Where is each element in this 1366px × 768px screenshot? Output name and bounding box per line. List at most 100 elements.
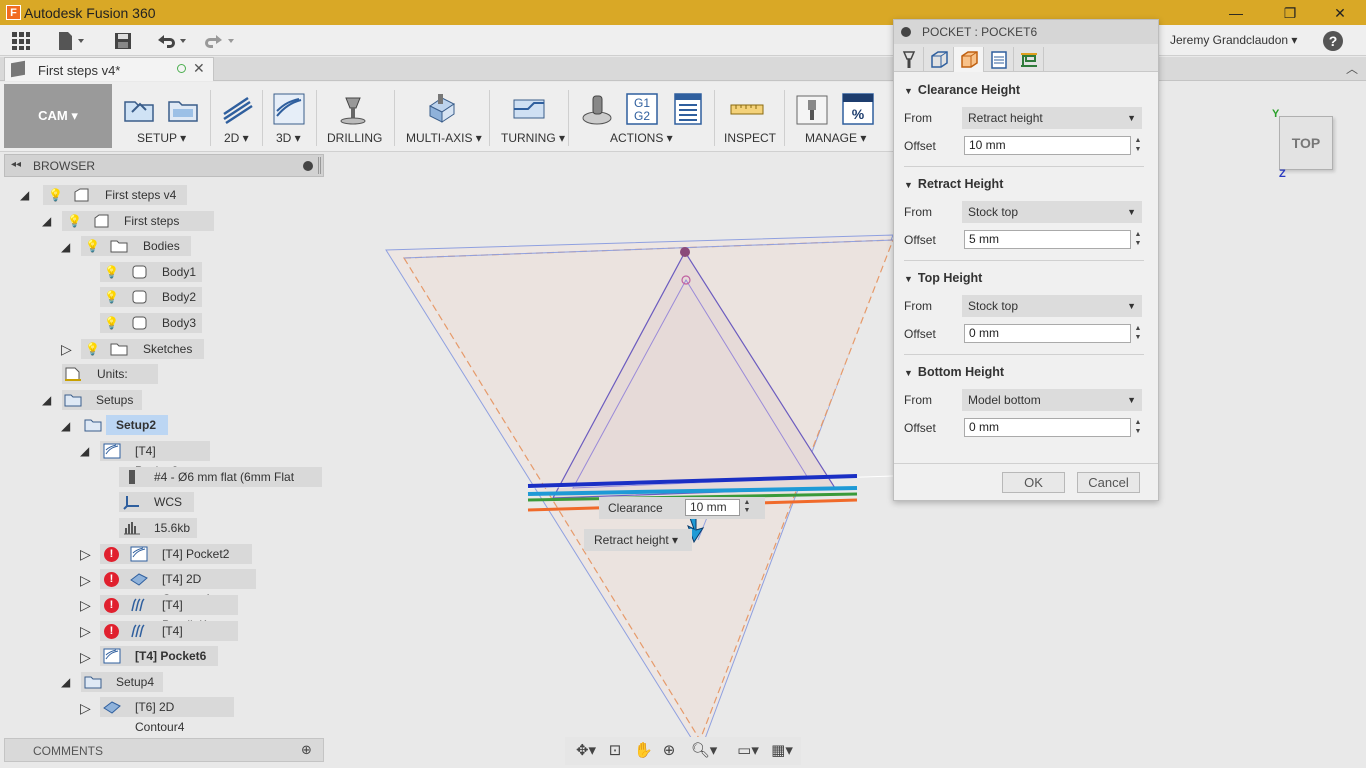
section-bottom-height[interactable]: ▼ Bottom Height [904, 365, 1004, 379]
tab-tool[interactable] [894, 47, 924, 72]
expand-toggle[interactable]: ▷ [80, 649, 91, 666]
clearance-offset-input[interactable]: 10 mm [964, 136, 1131, 155]
turning-icon[interactable] [512, 92, 546, 126]
bottom-offset-input[interactable]: 0 mm [964, 418, 1131, 437]
canvas-viewport[interactable] [325, 152, 1366, 768]
expand-toggle[interactable]: ◢ [42, 393, 51, 407]
visibility-bulb-icon[interactable]: 💡 [67, 214, 82, 228]
expand-toggle[interactable]: ▷ [80, 546, 91, 563]
minimize-button[interactable]: — [1222, 3, 1250, 23]
setup-menu-label[interactable]: SETUP ▾ [137, 131, 186, 145]
multi-axis-icon[interactable] [424, 92, 458, 126]
measure-icon[interactable] [730, 92, 764, 126]
model-geometry[interactable] [325, 152, 1366, 768]
undo-icon[interactable] [154, 31, 190, 51]
dialog-header[interactable]: POCKET : POCKET6 [894, 20, 1158, 44]
close-window-button[interactable]: ✕ [1326, 3, 1354, 23]
clearance-from-select[interactable]: Retract height ▼ [962, 107, 1142, 129]
actions-menu-label[interactable]: ACTIONS ▾ [610, 131, 673, 145]
expand-toggle[interactable]: ▷ [61, 341, 72, 358]
collapse-browser-icon[interactable]: ◂◂ [11, 159, 21, 170]
3d-menu-label[interactable]: 3D ▾ [276, 131, 301, 145]
retract-height-dropdown[interactable]: Retract height ▾ [584, 529, 692, 551]
section-retract-height[interactable]: ▼ Retract Height [904, 177, 1003, 191]
retract-offset-spinner[interactable]: ▲ ▼ [1133, 230, 1143, 249]
multi-axis-menu-label[interactable]: MULTI-AXIS ▾ [406, 131, 482, 145]
pan-hand-icon[interactable]: ✋ [634, 742, 653, 760]
section-top-height[interactable]: ▼ Top Height [904, 271, 982, 285]
expand-toggle[interactable]: ◢ [80, 444, 89, 458]
top-offset-input[interactable]: 0 mm [964, 324, 1131, 343]
close-tab-button[interactable]: ✕ [193, 60, 205, 77]
manage-menu-label[interactable]: MANAGE ▾ [805, 131, 866, 145]
tab-heights[interactable] [954, 47, 984, 72]
vertex-marker[interactable] [680, 247, 690, 257]
2d-pocket-icon[interactable] [220, 92, 254, 126]
bottom-offset-spinner[interactable]: ▲ ▼ [1133, 418, 1143, 437]
top-offset-spinner[interactable]: ▲ ▼ [1133, 324, 1143, 343]
setup-folder-icon[interactable] [166, 92, 200, 126]
tree-node-component[interactable]: First steps v4:1 [62, 211, 214, 248]
post-process-icon[interactable]: G1 G2 [625, 92, 659, 126]
display-settings-icon[interactable]: ▭▾ [733, 742, 763, 760]
document-tab[interactable]: First steps v4* ✕ [4, 57, 214, 81]
browser-header[interactable]: ◂◂ BROWSER [4, 154, 324, 177]
look-at-icon[interactable]: ⊡ [606, 742, 624, 760]
orbit-icon[interactable]: ✥▾ [571, 742, 601, 760]
visibility-bulb-icon[interactable]: 💡 [104, 265, 119, 279]
expand-toggle[interactable]: ▷ [80, 700, 91, 717]
visibility-bulb-off-icon[interactable]: 💡 [104, 290, 119, 304]
add-comment-icon[interactable]: ⊕ [301, 742, 312, 758]
file-menu-icon[interactable] [56, 31, 84, 51]
tab-passes[interactable] [984, 47, 1014, 72]
fit-zoom-icon[interactable]: 🔍︎▾ [688, 742, 720, 760]
clearance-spinner[interactable]: ▲ ▼ [742, 499, 752, 516]
help-icon[interactable]: ? [1323, 31, 1343, 51]
retract-offset-input[interactable]: 5 mm [964, 230, 1131, 249]
section-clearance-height[interactable]: ▼ Clearance Height [904, 83, 1020, 97]
restore-button[interactable]: ❐ [1276, 3, 1304, 23]
data-panel-grid-icon[interactable] [10, 31, 32, 51]
dialog-options-icon[interactable] [901, 27, 911, 37]
visibility-bulb-off-icon[interactable]: 💡 [104, 316, 119, 330]
expand-toggle[interactable]: ◢ [42, 214, 51, 228]
clearance-value-input[interactable]: 10 mm [685, 499, 740, 516]
tree-node-operation[interactable]: [T4] Parallel1 [100, 595, 238, 632]
expand-toggle[interactable]: ◢ [61, 419, 70, 433]
expand-toggle[interactable]: ▷ [80, 597, 91, 614]
redo-icon[interactable] [202, 31, 238, 51]
visibility-bulb-icon[interactable]: 💡 [85, 342, 100, 356]
cancel-button[interactable]: Cancel [1077, 472, 1140, 493]
retract-from-select[interactable]: Stock top ▼ [962, 201, 1142, 223]
browser-options-icon[interactable] [303, 161, 313, 171]
zoom-icon[interactable]: ⊕ [660, 742, 678, 760]
clearance-offset-spinner[interactable]: ▲ ▼ [1133, 136, 1143, 155]
tab-linking[interactable] [1014, 47, 1044, 72]
chevron-up-icon[interactable]: ︿ [1346, 60, 1358, 77]
visibility-bulb-icon[interactable]: 💡 [48, 188, 63, 202]
tree-node-root[interactable]: First steps v4 [43, 185, 187, 205]
workspace-switcher[interactable]: CAM ▾ [4, 84, 112, 148]
expand-toggle[interactable]: ▷ [80, 572, 91, 589]
inspect-label[interactable]: INSPECT [724, 131, 776, 145]
tree-node-operation[interactable]: [T4] 2D Contour1 [100, 569, 256, 606]
browser-resize-handle[interactable] [318, 157, 321, 174]
expand-toggle[interactable]: ◢ [61, 675, 70, 689]
new-setup-icon[interactable] [122, 92, 156, 126]
expand-toggle[interactable]: ▷ [80, 623, 91, 640]
save-icon[interactable] [112, 31, 134, 51]
user-account-menu[interactable]: Jeremy Grandclaudon ▾ [1170, 33, 1297, 47]
tree-node-operation[interactable]: [T4] Parallel2 [100, 621, 238, 658]
3d-adaptive-icon[interactable] [272, 92, 306, 126]
tab-geometry[interactable] [924, 47, 954, 72]
tree-node-operation[interactable]: [T4] Pocket2 (2) [100, 544, 252, 581]
grid-settings-icon[interactable]: ▦▾ [766, 742, 798, 760]
tool-library-icon[interactable] [795, 92, 829, 126]
simulate-icon[interactable] [580, 92, 614, 126]
tree-node-tool[interactable]: #4 - Ø6 mm flat (6mm Flat En... [119, 467, 322, 504]
top-from-select[interactable]: Stock top ▼ [962, 295, 1142, 317]
setup-sheet-icon[interactable] [671, 92, 705, 126]
comments-panel-header[interactable]: COMMENTS ⊕ [4, 738, 324, 762]
2d-menu-label[interactable]: 2D ▾ [224, 131, 249, 145]
turning-menu-label[interactable]: TURNING ▾ [501, 131, 565, 145]
